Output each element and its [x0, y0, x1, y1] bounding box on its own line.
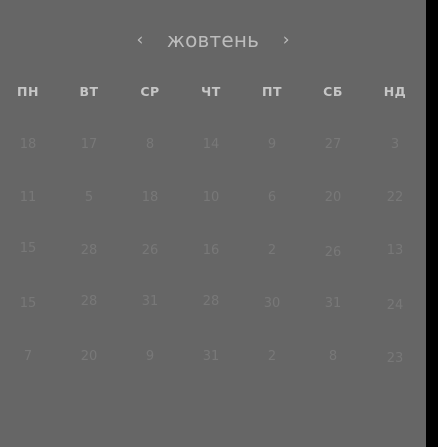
day-cell[interactable]: 16	[191, 243, 231, 258]
calendar-panel: ‹ жовтень › ПН ВТ СР ЧТ ПТ СБ НД 18 17 8…	[0, 0, 426, 447]
day-cell[interactable]: 5	[69, 190, 109, 205]
weekday-header-wed: СР	[140, 84, 160, 99]
day-cell[interactable]: 31	[313, 296, 353, 311]
weekday-header-sun: НД	[383, 84, 407, 99]
day-cell[interactable]: 11	[8, 190, 48, 205]
day-cell[interactable]: 10	[191, 190, 231, 205]
day-cell[interactable]: 24	[375, 298, 415, 313]
day-cell[interactable]: 9	[130, 349, 170, 364]
day-cell[interactable]: 9	[252, 137, 292, 152]
day-cell[interactable]: 28	[191, 294, 231, 309]
day-cell[interactable]: 28	[69, 294, 109, 309]
day-cell[interactable]: 7	[8, 349, 48, 364]
calendar-grid: ПН ВТ СР ЧТ ПТ СБ НД 18 17 8 14 9 27 3 1…	[0, 0, 426, 447]
day-cell[interactable]: 28	[69, 243, 109, 258]
day-cell[interactable]: 15	[8, 296, 48, 311]
day-cell[interactable]: 8	[313, 349, 353, 364]
weekday-header-sat: СБ	[323, 84, 343, 99]
day-cell[interactable]: 20	[69, 349, 109, 364]
weekday-header-tue: ВТ	[79, 84, 99, 99]
day-cell[interactable]: 3	[375, 137, 415, 152]
day-cell[interactable]: 6	[252, 190, 292, 205]
weekday-header-thu: ЧТ	[201, 84, 221, 99]
day-cell[interactable]: 14	[191, 137, 231, 152]
day-cell[interactable]: 2	[252, 349, 292, 364]
day-cell[interactable]: 22	[375, 190, 415, 205]
day-cell[interactable]: 20	[313, 190, 353, 205]
weekday-header-fri: ПТ	[262, 84, 282, 99]
day-cell[interactable]: 23	[375, 351, 415, 366]
day-cell[interactable]: 31	[130, 294, 170, 309]
day-cell[interactable]: 2	[252, 243, 292, 258]
day-cell[interactable]: 17	[69, 137, 109, 152]
day-cell[interactable]: 27	[313, 137, 353, 152]
day-cell[interactable]: 8	[130, 137, 170, 152]
day-cell[interactable]: 26	[130, 243, 170, 258]
day-cell[interactable]: 26	[313, 245, 353, 260]
day-cell[interactable]: 30	[252, 296, 292, 311]
day-cell[interactable]: 15	[8, 241, 48, 256]
day-cell[interactable]: 13	[375, 243, 415, 258]
weekday-header-mon: ПН	[17, 84, 39, 99]
day-cell[interactable]: 18	[130, 190, 170, 205]
day-cell[interactable]: 18	[8, 137, 48, 152]
day-cell[interactable]: 31	[191, 349, 231, 364]
